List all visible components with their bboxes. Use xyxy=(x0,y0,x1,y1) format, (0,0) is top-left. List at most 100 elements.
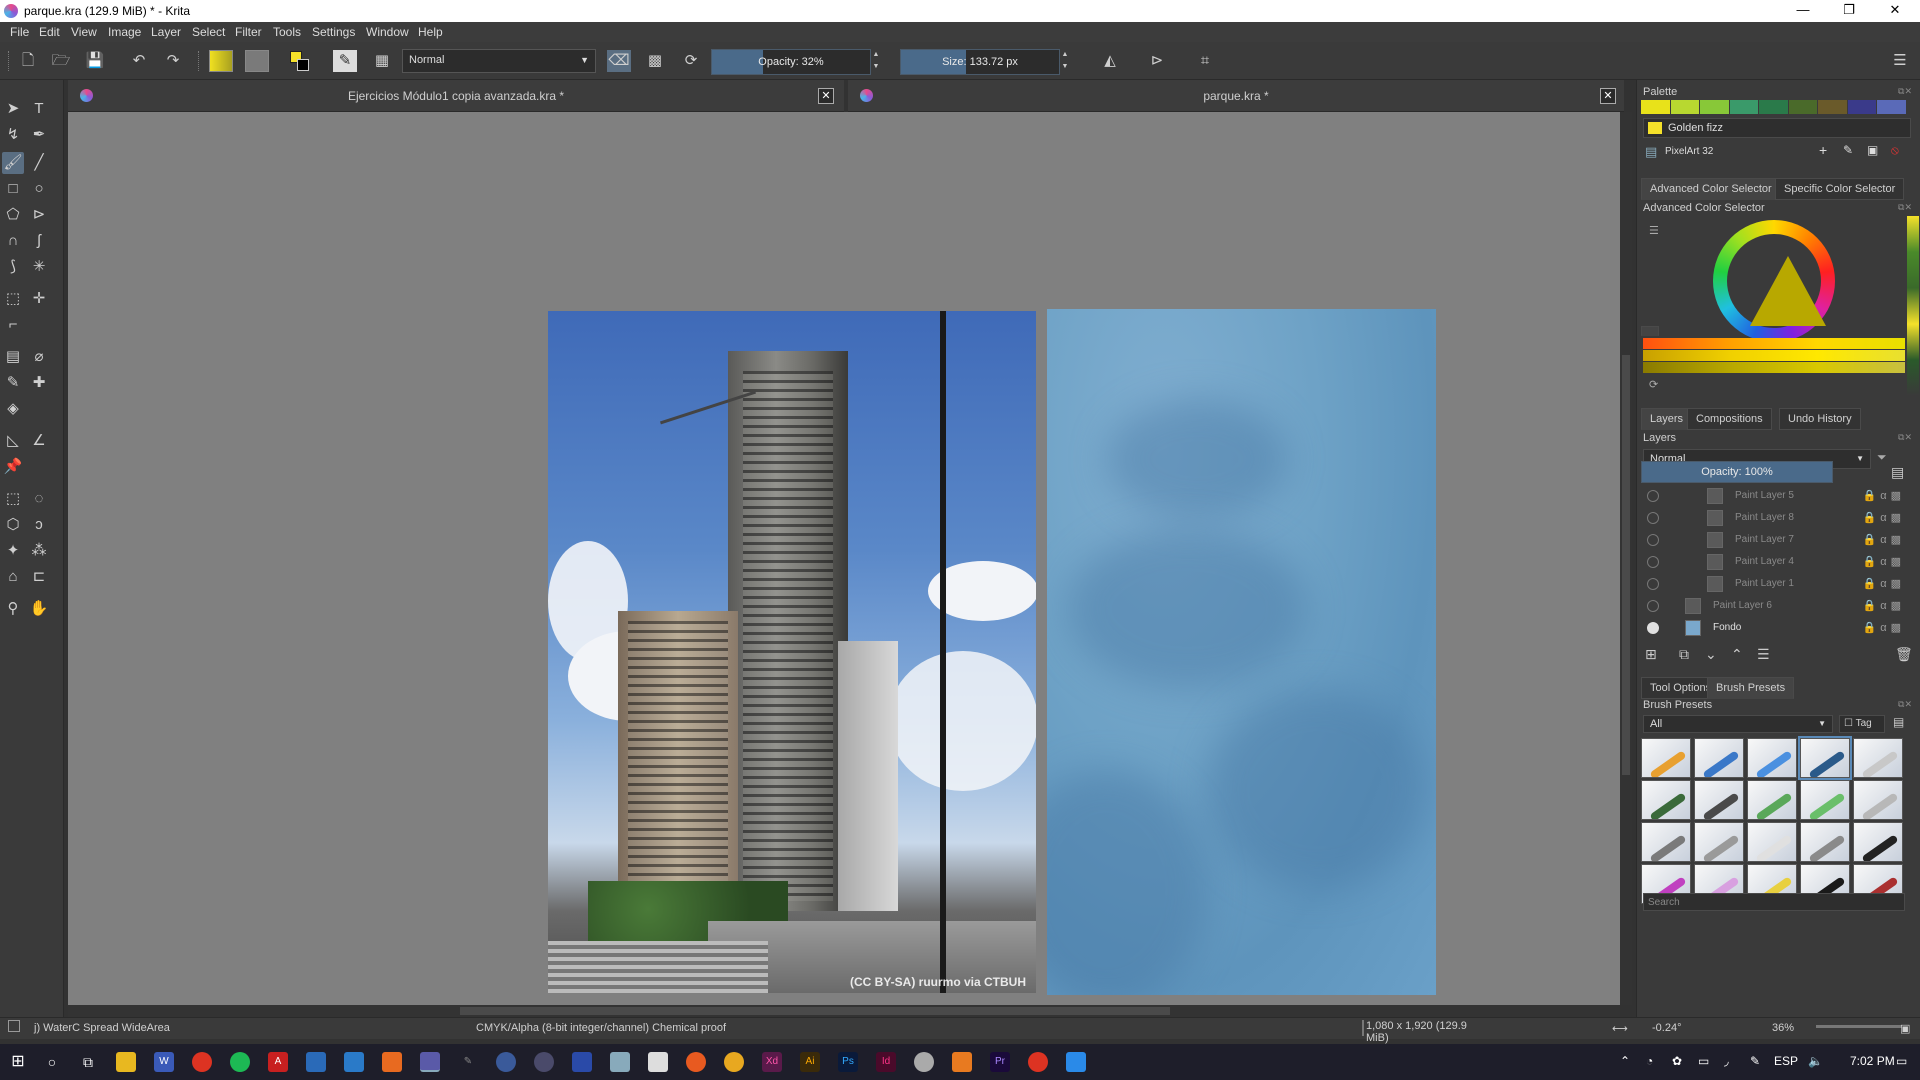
contiguous-select-tool-icon[interactable]: ✦ xyxy=(2,540,24,562)
brush-preset-icon[interactable]: ✎ xyxy=(333,50,357,72)
menu-layer[interactable]: Layer xyxy=(151,25,181,39)
illustrator-icon[interactable]: Ai xyxy=(800,1052,820,1072)
rotation-label[interactable]: -0.24° xyxy=(1652,1022,1681,1034)
chrome-icon[interactable] xyxy=(192,1052,212,1072)
polyline-tool-icon[interactable]: ⊳ xyxy=(28,204,50,226)
dock-menu-icon[interactable]: ☰ xyxy=(1888,50,1912,72)
tab-brush-presets[interactable]: Brush Presets xyxy=(1707,677,1795,699)
layer-lock-alpha-icons[interactable]: 🔒α▩ xyxy=(1863,511,1905,524)
smart-patch-tool-icon[interactable]: ✚ xyxy=(28,372,50,394)
multibrush-tool-icon[interactable]: ✳ xyxy=(28,256,50,278)
ellipse-tool-icon[interactable]: ○ xyxy=(28,178,50,200)
mirror-horizontal-icon[interactable]: ◭ xyxy=(1098,50,1122,72)
refresh-icon[interactable]: ⟳ xyxy=(1649,378,1658,391)
tab-compositions[interactable]: Compositions xyxy=(1687,408,1772,430)
vertical-scrollbar[interactable] xyxy=(1620,112,1632,1005)
watercolor-canvas[interactable] xyxy=(1047,309,1436,995)
color-wheel[interactable] xyxy=(1713,220,1835,342)
move-layer-up-icon[interactable]: ⌃ xyxy=(1731,646,1743,663)
dock-float-close-icon[interactable]: ⧉✕ xyxy=(1898,699,1912,710)
tray-chevron-icon[interactable]: ⌃ xyxy=(1620,1054,1630,1068)
layer-row[interactable]: Paint Layer 6 🔒α▩ xyxy=(1643,595,1911,617)
menu-select[interactable]: Select xyxy=(192,25,225,39)
scroll-thumb[interactable] xyxy=(460,1007,1170,1015)
tab-layers[interactable]: Layers xyxy=(1641,408,1693,430)
menu-view[interactable]: View xyxy=(71,25,97,39)
palette-swatch[interactable] xyxy=(1818,100,1847,114)
app-icon[interactable] xyxy=(534,1052,554,1072)
calligraphy-tool-icon[interactable]: ✒ xyxy=(28,124,50,146)
zoom-slider[interactable] xyxy=(1816,1025,1902,1028)
layer-row[interactable]: Paint Layer 5 🔒α▩ xyxy=(1643,485,1911,507)
brush-view-options-icon[interactable]: ▤ xyxy=(1893,715,1904,729)
size-slider[interactable]: Size: 133.72 px xyxy=(900,49,1060,75)
size-spinner[interactable]: ▲ ▼ xyxy=(1059,49,1071,75)
brush-preset-tile[interactable] xyxy=(1798,736,1852,780)
image-dimensions-label[interactable]: 1,080 x 1,920 (129.9 MiB) xyxy=(1362,1020,1492,1044)
freehand-select-tool-icon[interactable]: ↄ xyxy=(28,514,50,536)
scroll-thumb[interactable] xyxy=(1622,355,1630,775)
task-view-icon[interactable]: ⧉ xyxy=(78,1052,98,1072)
tray-app-icon[interactable]: ◔ xyxy=(1646,1054,1653,1068)
saturation-shade-bar[interactable] xyxy=(1643,350,1905,361)
transform-tool-icon[interactable]: ⬚ xyxy=(2,288,24,310)
magnetic-select-tool-icon[interactable]: ⊏ xyxy=(28,566,50,588)
select-shapes-tool-icon[interactable]: ➤ xyxy=(2,98,24,120)
fill-tool-icon[interactable]: ◈ xyxy=(2,398,24,420)
zoom-label[interactable]: 36% xyxy=(1772,1022,1794,1034)
color-triangle[interactable] xyxy=(1750,256,1826,326)
brush-search-input[interactable]: Search xyxy=(1643,893,1905,911)
gradient-selector-icon[interactable] xyxy=(209,50,233,72)
color-picker-tool-icon[interactable]: ⌀ xyxy=(28,346,50,368)
pen-icon[interactable]: ✎ xyxy=(1750,1054,1760,1068)
line-tool-icon[interactable]: ╱ xyxy=(28,152,50,174)
layer-row[interactable]: Paint Layer 1 🔒α▩ xyxy=(1643,573,1911,595)
brush-preset-tile[interactable] xyxy=(1641,822,1691,862)
undo-icon[interactable]: ↶ xyxy=(127,50,151,72)
layer-lock-alpha-icons[interactable]: 🔒α▩ xyxy=(1863,621,1905,634)
palette-swatch[interactable] xyxy=(1670,100,1700,114)
palette-swatch[interactable] xyxy=(1700,100,1729,114)
acrobat-icon[interactable]: A xyxy=(268,1052,288,1072)
gradient-tool-icon[interactable]: ▤ xyxy=(2,346,24,368)
menu-filter[interactable]: Filter xyxy=(235,25,262,39)
brush-preset-tile[interactable] xyxy=(1853,822,1903,862)
mirror-vertical-icon[interactable]: ⊳ xyxy=(1145,50,1169,72)
dock-float-close-icon[interactable]: ⧉✕ xyxy=(1898,432,1912,443)
layer-visibility-eye-icon[interactable] xyxy=(1647,534,1659,546)
app-icon[interactable] xyxy=(496,1052,516,1072)
bezier-select-tool-icon[interactable]: ⌂ xyxy=(2,566,24,588)
layer-visibility-eye-icon[interactable] xyxy=(1647,512,1659,524)
menu-image[interactable]: Image xyxy=(108,25,141,39)
layer-filter-icon[interactable]: ⏷ xyxy=(1877,450,1887,465)
app-icon[interactable] xyxy=(914,1052,934,1072)
menu-window[interactable]: Window xyxy=(366,25,409,39)
colorize-mask-tool-icon[interactable]: ✎ xyxy=(2,372,24,394)
menu-settings[interactable]: Settings xyxy=(312,25,355,39)
app-icon[interactable]: ✎ xyxy=(458,1052,478,1072)
pan-tool-icon[interactable]: ✋ xyxy=(28,598,50,620)
rect-select-tool-icon[interactable]: ⬚ xyxy=(2,488,24,510)
layer-visibility-eye-icon[interactable] xyxy=(1647,600,1659,612)
redo-icon[interactable]: ↷ xyxy=(161,50,185,72)
add-color-icon[interactable]: + xyxy=(1819,142,1827,158)
layer-visibility-eye-icon[interactable] xyxy=(1647,622,1659,634)
eraser-mode-icon[interactable]: ⌫ xyxy=(607,50,631,72)
layer-visibility-eye-icon[interactable] xyxy=(1647,556,1659,568)
tray-app-icon[interactable]: ✿ xyxy=(1672,1054,1682,1068)
dock-float-close-icon[interactable]: ⧉✕ xyxy=(1898,202,1912,213)
close-button[interactable]: ✕ xyxy=(1872,0,1918,22)
opacity-spinner[interactable]: ▲ ▼ xyxy=(870,49,882,75)
clock[interactable]: 7:02 PM xyxy=(1850,1054,1895,1068)
menu-file[interactable]: File xyxy=(10,25,29,39)
windows-start-icon[interactable]: ⊞ xyxy=(8,1052,28,1072)
brush-preset-tile[interactable] xyxy=(1694,738,1744,778)
app-icon[interactable] xyxy=(344,1052,364,1072)
app-icon[interactable] xyxy=(724,1052,744,1072)
adobe-xd-icon[interactable]: Xd xyxy=(762,1052,782,1072)
layer-visibility-eye-icon[interactable] xyxy=(1647,578,1659,590)
tag-button[interactable]: ☐ Tag xyxy=(1839,715,1885,733)
rectangle-tool-icon[interactable]: □ xyxy=(2,178,24,200)
bezier-tool-icon[interactable]: ∩ xyxy=(2,230,24,252)
freehand-path-tool-icon[interactable]: ʃ xyxy=(28,230,50,252)
